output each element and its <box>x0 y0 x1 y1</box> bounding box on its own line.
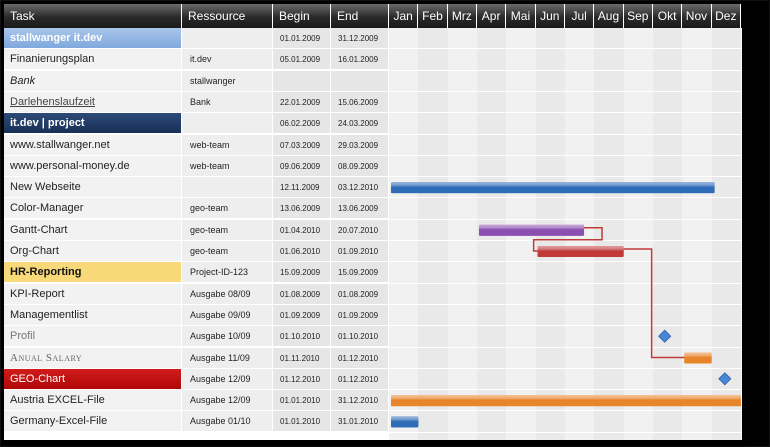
milestone-diamond[interactable] <box>718 372 732 386</box>
gantt-bar-shine <box>391 182 715 194</box>
gantt-bar-shine <box>684 352 712 364</box>
milestone-diamond[interactable] <box>658 329 672 343</box>
gantt-bar-shine <box>391 416 419 428</box>
gantt-bar-shine <box>391 395 741 407</box>
gantt-sheet: Task Ressource Begin End Jan Feb Mrz Apr Mai… <box>4 4 742 440</box>
gantt-bar-shine <box>537 246 624 257</box>
gantt-chart <box>391 182 741 428</box>
dependency-connector <box>623 248 685 359</box>
gantt-bar-shine <box>478 224 585 236</box>
window-frame: Task Ressource Begin End Jan Feb Mrz Apr Mai… <box>0 0 770 447</box>
